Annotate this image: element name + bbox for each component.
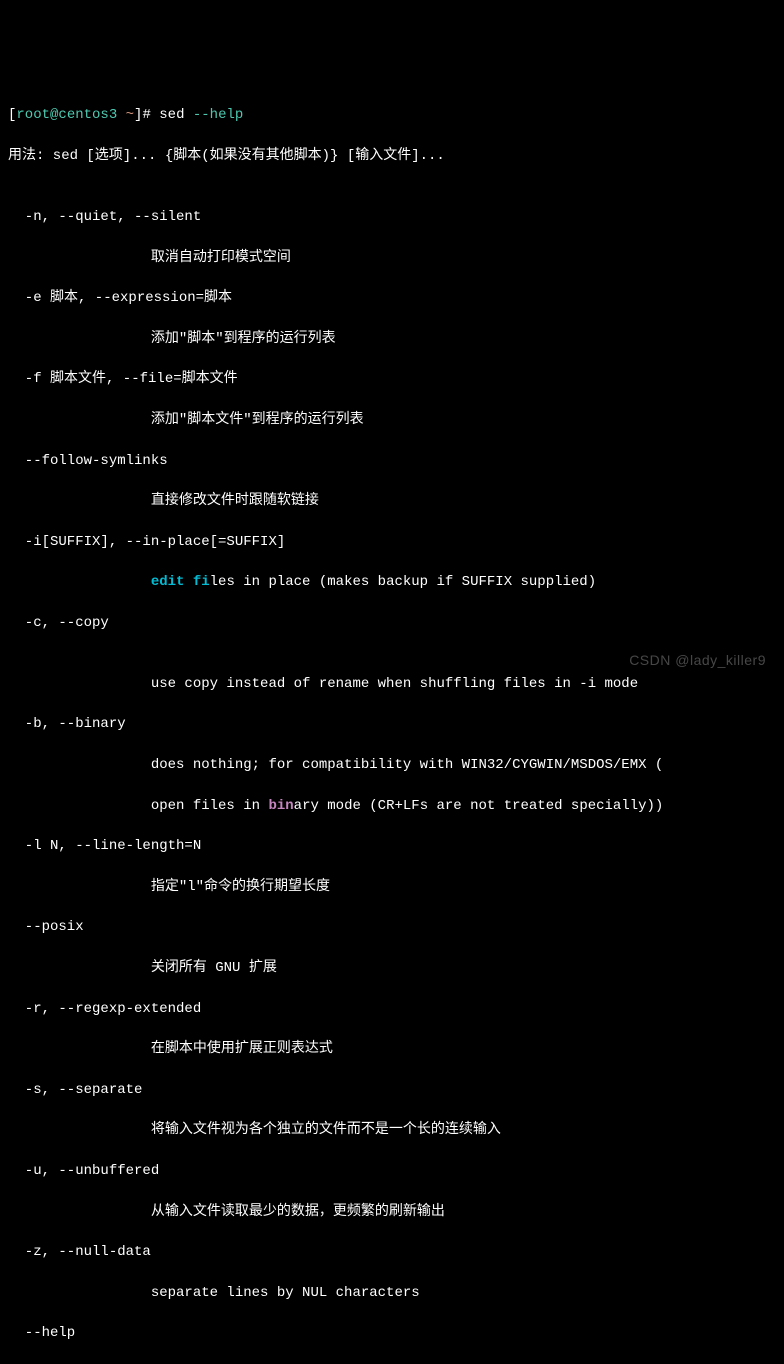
prompt-line[interactable]: [root@centos3 ~]# sed --help — [8, 105, 776, 125]
opt-u-flag: -u, --unbuffered — [8, 1161, 776, 1181]
usage-line: 用法: sed [选项]... {脚本(如果没有其他脚本)} [输入文件]... — [8, 146, 776, 166]
opt-n-desc: 取消自动打印模式空间 — [8, 248, 776, 268]
pre: open files in — [8, 798, 268, 814]
opt-c-flag: -c, --copy — [8, 613, 776, 633]
highlight-edit: edit fi — [151, 574, 210, 590]
opt-i-flag: -i[SUFFIX], --in-place[=SUFFIX] — [8, 532, 776, 552]
opt-b-desc1: does nothing; for compatibility with WIN… — [8, 755, 776, 775]
opt-l-desc: 指定"l"命令的换行期望长度 — [8, 877, 776, 897]
opt-z-desc: separate lines by NUL characters — [8, 1283, 776, 1303]
opt-r-flag: -r, --regexp-extended — [8, 999, 776, 1019]
highlight-bin: bin — [268, 798, 293, 814]
opt-posix-flag: --posix — [8, 917, 776, 937]
opt-e-desc: 添加"脚本"到程序的运行列表 — [8, 329, 776, 349]
opt-r-desc: 在脚本中使用扩展正则表达式 — [8, 1039, 776, 1059]
opt-l-flag: -l N, --line-length=N — [8, 836, 776, 856]
prompt-userhost: root@centos3 — [16, 107, 117, 123]
command-text: sed — [159, 107, 193, 123]
opt-z-flag: -z, --null-data — [8, 1242, 776, 1262]
opt-e-flag: -e 脚本, --expression=脚本 — [8, 288, 776, 308]
opt-b-flag: -b, --binary — [8, 714, 776, 734]
opt-u-desc: 从输入文件读取最少的数据，更频繁的刷新输出 — [8, 1202, 776, 1222]
opt-s-flag: -s, --separate — [8, 1080, 776, 1100]
rest: les in place (makes backup if SUFFIX sup… — [210, 574, 596, 590]
command-flag: --help — [193, 107, 243, 123]
opt-b-desc2: open files in binary mode (CR+LFs are no… — [8, 796, 776, 816]
opt-n-flag: -n, --quiet, --silent — [8, 207, 776, 227]
opt-s-desc: 将输入文件视为各个独立的文件而不是一个长的连续输入 — [8, 1120, 776, 1140]
opt-c-desc: use copy instead of rename when shufflin… — [8, 674, 776, 694]
opt-follow-flag: --follow-symlinks — [8, 451, 776, 471]
opt-help-flag: --help — [8, 1323, 776, 1343]
watermark-text: CSDN @lady_killer9 — [629, 650, 766, 670]
terminal-output: [root@centos3 ~]# sed --help 用法: sed [选项… — [8, 85, 776, 1364]
opt-f-flag: -f 脚本文件, --file=脚本文件 — [8, 369, 776, 389]
opt-follow-desc: 直接修改文件时跟随软链接 — [8, 491, 776, 511]
opt-i-desc: edit files in place (makes backup if SUF… — [8, 572, 776, 592]
indent — [8, 574, 151, 590]
post: ary mode (CR+LFs are not treated special… — [294, 798, 664, 814]
opt-f-desc: 添加"脚本文件"到程序的运行列表 — [8, 410, 776, 430]
opt-posix-desc: 关闭所有 GNU 扩展 — [8, 958, 776, 978]
prompt-path: ~ — [117, 107, 134, 123]
prompt-bracket-close: ]# — [134, 107, 159, 123]
